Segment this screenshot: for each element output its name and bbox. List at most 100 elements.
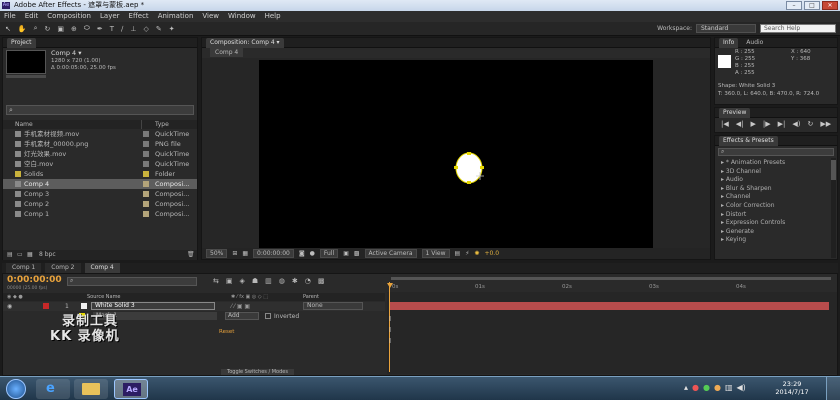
ram-preview-icon[interactable]: ▶▶ <box>820 120 831 128</box>
effects-search-input[interactable]: ⌕ <box>718 148 834 156</box>
menu-layer[interactable]: Layer <box>100 11 120 22</box>
label-color-swatch[interactable] <box>143 191 149 197</box>
composition-tab[interactable]: Composition: Comp 4 ▾ <box>206 38 284 48</box>
hand-tool-icon[interactable]: ✋ <box>18 25 27 33</box>
first-frame-icon[interactable]: |◀ <box>721 120 729 128</box>
comp-subtab[interactable]: Comp 4 <box>210 48 244 57</box>
ellipse-mask-tool-icon[interactable]: ⬭ <box>84 24 90 33</box>
views-select[interactable]: 1 View <box>421 249 450 258</box>
taskbar-after-effects[interactable]: Ae <box>114 379 148 399</box>
effect-category[interactable]: ▸ Keying <box>715 236 833 245</box>
pen-tool-icon[interactable]: ✒ <box>97 25 103 33</box>
menu-file[interactable]: File <box>4 11 16 22</box>
delete-item-icon[interactable]: 🗑 <box>187 250 195 260</box>
frame-blending-icon[interactable]: ▥ <box>265 277 272 285</box>
timeline-search-input[interactable]: ⌕ <box>67 277 197 286</box>
label-color-swatch[interactable] <box>143 131 149 137</box>
show-desktop-button[interactable] <box>826 377 840 400</box>
clone-stamp-tool-icon[interactable]: ⊥ <box>130 25 136 33</box>
effect-category[interactable]: ▸ 3D Channel <box>715 168 833 177</box>
camera-tool-icon[interactable]: ▣ <box>57 25 64 33</box>
new-comp-icon[interactable]: ▦ <box>27 250 33 260</box>
taskbar-explorer[interactable] <box>74 379 108 399</box>
current-time-display[interactable]: 0:00:00:00 <box>253 249 294 258</box>
tray-expand-icon[interactable]: ▴ <box>684 383 688 392</box>
play-icon[interactable]: ▶ <box>751 120 756 128</box>
effect-category[interactable]: ▸ Blur & Sharpen <box>715 185 833 194</box>
new-folder-icon[interactable]: ▭ <box>17 250 23 260</box>
pan-behind-tool-icon[interactable]: ⊕ <box>71 25 77 33</box>
layer-switches[interactable]: ⁄ ⁄ ▣ ▣ <box>231 302 250 311</box>
effects-presets-tab[interactable]: Effects & Presets <box>719 136 778 146</box>
menu-effect[interactable]: Effect <box>129 11 149 22</box>
fast-previews-icon[interactable]: ⚡ <box>465 250 469 257</box>
tray-app-icon-2[interactable]: ● <box>703 383 710 392</box>
menu-composition[interactable]: Composition <box>47 11 91 22</box>
label-color-swatch[interactable] <box>143 181 149 187</box>
project-item[interactable]: 灯光效果.mov QuickTime <box>3 149 197 159</box>
label-color-swatch[interactable] <box>143 201 149 207</box>
layer-row[interactable]: ◉ 1 White Solid 3 ⁄ ⁄ ▣ ▣ None <box>3 302 385 311</box>
effect-category[interactable]: ▸ Audio <box>715 176 833 185</box>
cti-handle[interactable] <box>387 283 393 288</box>
grid-icon[interactable]: ▦ <box>242 250 248 257</box>
project-item[interactable]: 手机素材_00000.png PNG file <box>3 139 197 149</box>
audio-tab[interactable]: Audio <box>746 39 763 46</box>
snapshot-icon[interactable]: ◙ <box>299 250 305 257</box>
previous-frame-icon[interactable]: ◀| <box>736 120 744 128</box>
project-item[interactable]: Comp 1 Composi... <box>3 209 197 219</box>
maximize-button[interactable]: □ <box>804 1 820 10</box>
comp-mini-flowchart-icon[interactable]: ⇆ <box>213 277 219 285</box>
taskbar-ie[interactable]: e <box>36 379 70 399</box>
col-parent[interactable]: Parent <box>303 293 319 301</box>
volume-icon[interactable]: ◀) <box>737 383 746 392</box>
inverted-checkbox[interactable] <box>265 313 271 319</box>
label-color-swatch[interactable] <box>143 211 149 217</box>
menu-view[interactable]: View <box>202 11 219 22</box>
layer-name[interactable]: White Solid 3 <box>91 302 215 310</box>
effect-category[interactable]: ▸ Color Correction <box>715 202 833 211</box>
roto-brush-tool-icon[interactable]: ✎ <box>156 25 162 33</box>
keyframe-marker-2[interactable]: I <box>389 326 391 334</box>
project-item[interactable]: Comp 2 Composi... <box>3 199 197 209</box>
menu-animation[interactable]: Animation <box>158 11 194 22</box>
transparency-grid-icon[interactable]: ▩ <box>354 250 360 257</box>
col-source-name[interactable]: Source Name <box>87 293 121 301</box>
search-help-input[interactable]: Search Help <box>760 24 836 33</box>
preview-tab[interactable]: Preview <box>719 108 751 118</box>
label-color-swatch[interactable] <box>143 141 149 147</box>
zoom-select[interactable]: 50% <box>206 249 228 258</box>
effect-category[interactable]: ▸ Generate <box>715 228 833 237</box>
white-solid-ellipse-mask[interactable] <box>454 150 490 190</box>
effects-scrollbar[interactable] <box>831 158 836 258</box>
col-name-header[interactable]: Name <box>15 120 33 129</box>
hide-shy-layers-icon[interactable]: ☗ <box>252 277 258 285</box>
interpret-footage-icon[interactable]: ▤ <box>7 250 13 260</box>
menu-window[interactable]: Window <box>228 11 256 22</box>
project-search-input[interactable]: ⌕ <box>6 105 194 115</box>
region-of-interest-icon[interactable]: ▣ <box>343 250 349 257</box>
exposure-icon[interactable]: ✺ <box>474 250 479 257</box>
keyframe-marker-3[interactable]: I <box>389 337 391 345</box>
project-item[interactable]: Solids Folder <box>3 169 197 179</box>
workspace-select[interactable]: Standard <box>696 24 756 33</box>
project-item[interactable]: 手机素材视频.mov QuickTime <box>3 129 197 139</box>
start-button[interactable] <box>6 379 26 399</box>
info-tab[interactable]: Info <box>719 38 739 48</box>
time-ruler[interactable]: 0s 01s 02s 03s 04s <box>387 284 837 292</box>
show-channel-icon[interactable]: ● <box>310 250 315 257</box>
parent-select[interactable]: None <box>303 302 363 310</box>
effect-category[interactable]: ▸ Channel <box>715 193 833 202</box>
work-area-bar[interactable] <box>391 277 831 280</box>
project-tab[interactable]: Project <box>7 38 36 48</box>
tray-app-icon-3[interactable]: ● <box>714 383 721 392</box>
loop-icon[interactable]: ↻ <box>808 120 814 128</box>
last-frame-icon[interactable]: ▶| <box>778 120 786 128</box>
draft-3d-icon[interactable]: ◈ <box>240 277 245 285</box>
selection-tool-icon[interactable]: ↖ <box>5 25 11 33</box>
exposure-value[interactable]: +0.0 <box>484 250 499 257</box>
safe-zones-icon[interactable]: ⊞ <box>232 250 237 257</box>
layer-duration-bar[interactable] <box>389 302 829 310</box>
layer-label-color[interactable] <box>43 303 49 309</box>
col-type-header[interactable]: Type <box>155 120 169 129</box>
